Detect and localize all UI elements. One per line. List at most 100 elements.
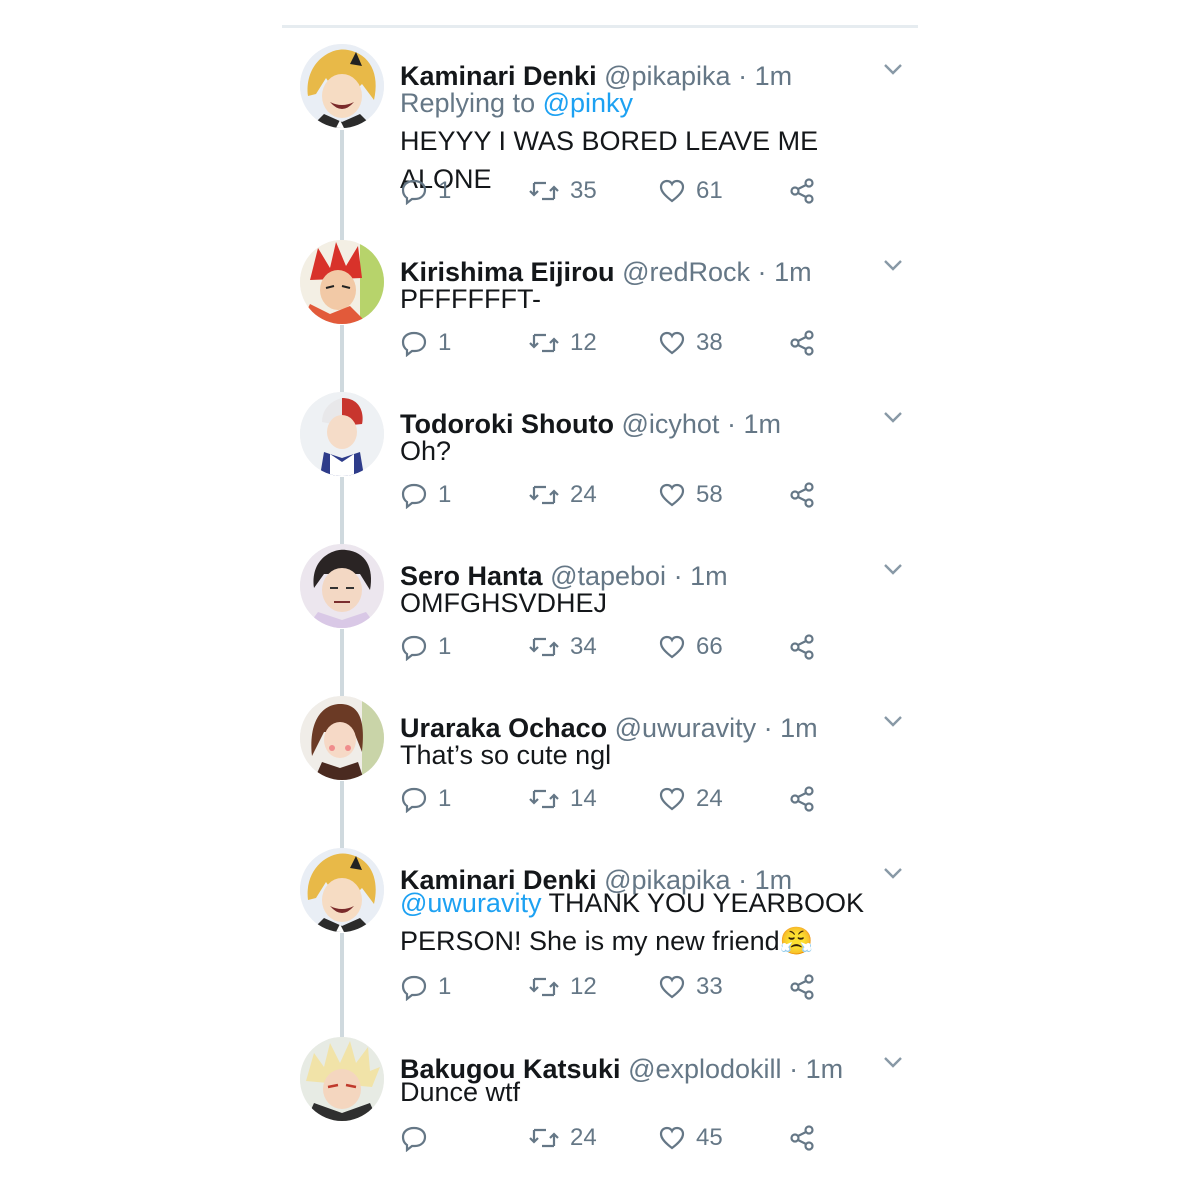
retweet-icon [529,1128,559,1148]
kaminari-avatar[interactable] [300,44,384,128]
retweet-count: 14 [570,785,597,812]
reply-icon [401,483,427,509]
like-icon [659,975,685,999]
share-button[interactable] [788,329,816,357]
share-button[interactable] [788,1124,816,1152]
like-button[interactable]: 61 [658,177,723,205]
todoroki-avatar[interactable] [300,392,384,476]
tweet-content: Oh? [400,436,452,466]
chevron-down-icon[interactable] [882,62,904,84]
action-bar: 1 12 33 [400,973,900,1005]
share-button[interactable] [788,633,816,661]
reply-button[interactable]: 1 [400,177,451,205]
reply-button[interactable]: 1 [400,973,451,1001]
retweet-icon [529,333,559,353]
kaminari-avatar[interactable] [300,848,384,932]
kirishima-avatar[interactable] [300,240,384,324]
action-bar: 1 14 24 [400,785,900,817]
chevron-down-icon[interactable] [882,258,904,280]
like-icon [659,179,685,203]
like-icon [659,635,685,659]
share-button[interactable] [788,973,816,1001]
like-button[interactable]: 58 [658,481,723,509]
chevron-down-icon[interactable] [882,714,904,736]
sero-avatar[interactable] [300,544,384,628]
action-bar: 1 34 66 [400,633,900,665]
share-button[interactable] [788,481,816,509]
like-icon [659,331,685,355]
tweet[interactable]: Kaminari Denki @pikapika · 1m @uwuravity… [282,848,918,1028]
reply-icon [401,331,427,357]
reply-count: 1 [438,177,452,204]
tweet-content: That’s so cute ngl [400,740,612,770]
like-icon [659,1126,685,1150]
like-button[interactable]: 33 [658,973,723,1001]
tweet-content: PFFFFFFT- [400,284,541,314]
reply-button[interactable]: 1 [400,785,451,813]
retweet-count: 34 [570,633,597,660]
reply-context: Replying to @pinky [400,84,900,122]
tweet-text: That’s so cute ngl [400,736,900,774]
mention-link[interactable]: @uwuravity [400,888,541,918]
reply-button[interactable] [400,1124,438,1152]
share-button[interactable] [788,177,816,205]
retweet-icon [529,485,559,505]
retweet-count: 35 [570,177,597,204]
retweet-button[interactable]: 12 [528,973,597,1001]
tweet-content: OMFGHSVDHEJ [400,588,608,618]
like-count: 24 [696,785,723,812]
share-icon [790,482,814,508]
like-button[interactable]: 38 [658,329,723,357]
like-button[interactable]: 24 [658,785,723,813]
like-icon [659,483,685,507]
reply-count: 1 [438,973,452,1000]
share-icon [790,178,814,204]
tweet[interactable]: Todoroki Shouto @icyhot · 1m Oh? 1 24 58 [282,392,918,532]
like-button[interactable]: 66 [658,633,723,661]
share-icon [790,786,814,812]
like-icon [659,787,685,811]
reply-button[interactable]: 1 [400,481,451,509]
reply-count: 1 [438,633,452,660]
tweet[interactable]: Uraraka Ochaco @uwuravity · 1m That’s so… [282,696,918,836]
uraraka-avatar[interactable] [300,696,384,780]
top-divider [282,25,918,28]
retweet-button[interactable]: 24 [528,481,597,509]
bakugou-avatar[interactable] [300,1037,384,1121]
retweet-icon [529,977,559,997]
like-count: 45 [696,1124,723,1151]
action-bar: 1 24 58 [400,481,900,513]
retweet-button[interactable]: 34 [528,633,597,661]
reply-button[interactable]: 1 [400,329,451,357]
chevron-down-icon[interactable] [882,410,904,432]
tweet[interactable]: Bakugou Katsuki @explodokill · 1m Dunce … [282,1037,918,1177]
like-count: 38 [696,329,723,356]
action-bar: 1 12 38 [400,329,900,361]
reply-icon [401,975,427,1001]
like-count: 61 [696,177,723,204]
tweet[interactable]: Kirishima Eijirou @redRock · 1m PFFFFFFT… [282,240,918,380]
share-icon [790,330,814,356]
like-count: 58 [696,481,723,508]
tweet-text: Oh? [400,432,900,470]
tweet[interactable]: Sero Hanta @tapeboi · 1m OMFGHSVDHEJ 1 3… [282,544,918,684]
retweet-count: 12 [570,329,597,356]
retweet-button[interactable]: 24 [528,1124,597,1152]
share-icon [790,974,814,1000]
retweet-button[interactable]: 12 [528,329,597,357]
chevron-down-icon[interactable] [882,866,904,888]
reply-icon [401,787,427,813]
like-button[interactable]: 45 [658,1124,723,1152]
retweet-count: 24 [570,481,597,508]
reply-icon [401,635,427,661]
reply-icon [401,1126,427,1152]
action-bar: 1 35 61 [400,177,900,209]
tweet[interactable]: Kaminari Denki @pikapika · 1m Replying t… [282,44,918,224]
retweet-button[interactable]: 35 [528,177,597,205]
reply-button[interactable]: 1 [400,633,451,661]
mention-link[interactable]: @pinky [543,88,633,118]
share-button[interactable] [788,785,816,813]
retweet-button[interactable]: 14 [528,785,597,813]
chevron-down-icon[interactable] [882,562,904,584]
retweet-count: 12 [570,973,597,1000]
